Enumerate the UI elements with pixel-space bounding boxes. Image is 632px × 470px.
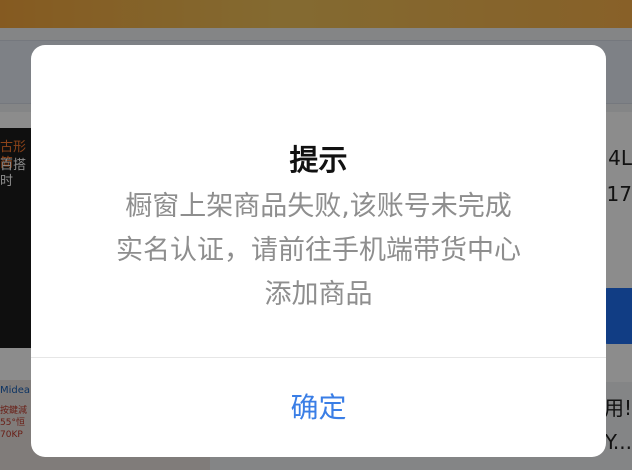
dialog-message-line: 实名认证，请前往手机端带货中心	[116, 235, 521, 266]
dialog-title: 提示	[289, 143, 348, 177]
dialog-message-line: 添加商品	[264, 279, 373, 310]
confirm-button[interactable]: 确定	[31, 358, 606, 457]
dialog-message-line: 橱窗上架商品失败,该账号未完成	[125, 191, 512, 222]
dialog-message: 橱窗上架商品失败,该账号未完成 实名认证，请前往手机端带货中心 添加商品	[71, 185, 566, 317]
alert-dialog: 提示 橱窗上架商品失败,该账号未完成 实名认证，请前往手机端带货中心 添加商品 …	[31, 45, 606, 457]
